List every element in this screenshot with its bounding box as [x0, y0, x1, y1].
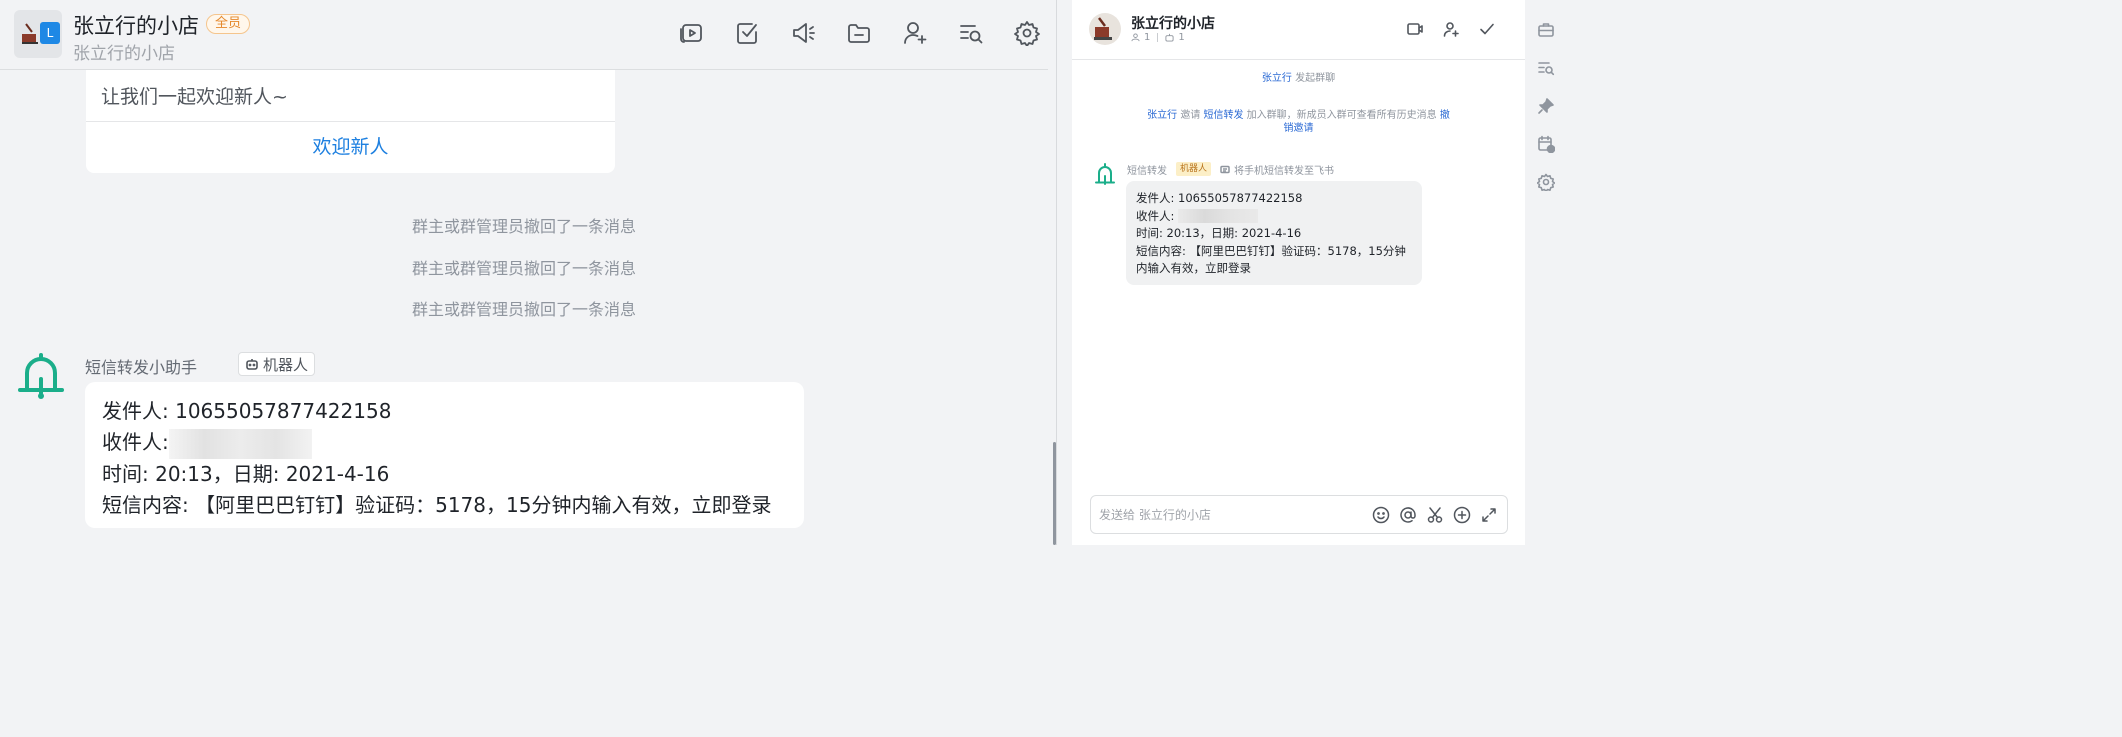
message-composer — [1090, 495, 1508, 534]
sms-time-line: 时间: 20:13，日期: 2021-4-16 — [1136, 226, 1302, 240]
expand-icon[interactable] — [1480, 506, 1498, 524]
side-chat-meta: 1 1 — [1131, 32, 1185, 43]
recall-notice: 群主或群管理员撤回了一条消息 — [411, 259, 636, 278]
sms-time-line: 时间: 20:13，日期: 2021-4-16 — [102, 461, 390, 486]
side-chat-title[interactable]: 张立行的小店 — [1131, 13, 1215, 33]
briefcase-icon[interactable] — [1537, 21, 1555, 39]
done-icon[interactable] — [1479, 21, 1495, 37]
bot-sender-name[interactable]: 短信转发小助手 — [85, 354, 197, 378]
welcome-new-member-button[interactable]: 欢迎新人 — [86, 132, 615, 159]
bot-tag: 机器人 — [238, 352, 316, 376]
welcome-divider — [86, 121, 615, 122]
bot-count: 1 — [1178, 32, 1185, 43]
system-text: 发起群聊 — [1291, 73, 1336, 84]
bot-message-bubble[interactable]: 发件人: 10655057877422158 收件人: 时间: 20:13，日期… — [85, 382, 804, 528]
scissors-icon[interactable] — [1426, 506, 1444, 524]
chat-header: L 张立行的小店 全员 张立行的小店 — [0, 0, 1048, 70]
member-badge: 全员 — [206, 14, 251, 34]
sms-content-line: 短信内容: 【阿里巴巴钉钉】验证码：5178，15分钟内输入有效，立即登录 — [1136, 243, 1406, 276]
system-message-created: 张立行 发起群聊 — [1072, 72, 1525, 85]
sms-from-line: 发件人: 10655057877422158 — [1136, 191, 1303, 205]
sms-to-line: 收件人: — [102, 427, 787, 459]
sms-from-label: 发件人: — [102, 399, 176, 423]
side-group-avatar[interactable] — [1089, 13, 1121, 45]
actor-link[interactable]: 张立行 — [1262, 73, 1292, 84]
message-input[interactable] — [1099, 505, 1349, 525]
settings-icon[interactable] — [1014, 20, 1040, 47]
side-chat-pane: 张立行的小店 1 1 张立行 发起群聊 张立行 邀请 短信转发 加入群聊，新成员… — [1072, 0, 1525, 545]
video-meeting-icon[interactable] — [678, 20, 704, 46]
video-icon[interactable] — [1407, 21, 1423, 37]
member-icon — [1131, 33, 1140, 42]
plus-circle-icon[interactable] — [1453, 506, 1471, 524]
recall-notice: 群主或群管理员撤回了一条消息 — [411, 217, 636, 236]
bot-tag: 机器人 — [1176, 162, 1212, 176]
search-history-icon[interactable] — [1537, 59, 1555, 77]
invitee-link[interactable]: 短信转发 — [1204, 110, 1244, 121]
welcome-card: 让我们一起欢迎新人~ 欢迎新人 — [86, 70, 615, 173]
member-count: 1 — [1144, 32, 1151, 43]
sms-to-label: 收件人: — [102, 430, 169, 454]
meta-separator — [1157, 33, 1159, 42]
header-toolbar — [678, 20, 1040, 47]
message-icon — [1220, 165, 1230, 173]
system-message-invite: 张立行 邀请 短信转发 加入群聊，新成员入群可查看所有历史消息 撤销邀请 — [1072, 109, 1525, 135]
bell-bot-avatar-icon[interactable] — [1094, 162, 1116, 188]
group-avatar[interactable]: L — [14, 10, 62, 58]
system-text: 加入群聊，新成员入群可查看所有历史消息 — [1243, 110, 1440, 121]
bell-bot-avatar-icon[interactable] — [16, 351, 66, 401]
bot-tag-label: 机器人 — [263, 355, 309, 374]
robot-icon — [1165, 33, 1174, 42]
avatar-badge: L — [40, 22, 60, 44]
sms-to-line: 收件人: — [1136, 208, 1412, 226]
main-chat-pane: L 张立行的小店 全员 张立行的小店 让我们一起欢迎新人~ 欢迎新人 群主或群管… — [0, 0, 1056, 545]
sms-from-line: 发件人: 10655057877422158 — [102, 396, 787, 427]
right-rail — [1525, 0, 1568, 545]
chat-subtitle: 张立行的小店 — [73, 44, 175, 64]
welcome-text: 让我们一起欢迎新人~ — [101, 86, 288, 108]
mention-icon[interactable] — [1399, 506, 1417, 524]
emoji-icon[interactable] — [1372, 506, 1390, 524]
sms-content-line: 短信内容: 【阿里巴巴钉钉】验证码：5178，15分钟内输入有效，立即登录 — [102, 492, 772, 517]
side-chat-header: 张立行的小店 1 1 — [1072, 0, 1525, 60]
pin-icon[interactable] — [1537, 97, 1555, 115]
pane-divider[interactable] — [1056, 0, 1072, 545]
sms-to-label: 收件人: — [1136, 208, 1175, 223]
announcement-icon[interactable] — [790, 20, 816, 46]
recall-notice: 群主或群管理员撤回了一条消息 — [411, 300, 636, 319]
task-icon[interactable] — [734, 20, 760, 46]
search-history-icon[interactable] — [958, 20, 984, 46]
settings-icon[interactable] — [1536, 173, 1556, 193]
sms-from-value: 10655057877422158 — [175, 399, 392, 423]
add-member-icon[interactable] — [1443, 21, 1459, 37]
cup-icon — [1094, 17, 1112, 40]
side-header-toolbar — [1407, 21, 1495, 37]
cup-icon — [22, 23, 38, 44]
actor-link[interactable]: 张立行 — [1147, 110, 1177, 121]
bot-description-text: 将手机短信转发至飞书 — [1234, 166, 1334, 177]
bot-sender-name[interactable]: 短信转发 — [1127, 162, 1167, 177]
robot-icon — [246, 359, 258, 370]
calendar-add-icon[interactable] — [1537, 135, 1556, 154]
redacted-recipient — [168, 428, 312, 459]
composer-toolbar — [1372, 506, 1498, 524]
bot-description: 将手机短信转发至飞书 — [1220, 162, 1334, 177]
system-text: 邀请 — [1177, 110, 1204, 121]
bot-message-bubble[interactable]: 发件人: 10655057877422158 收件人: 时间: 20:13，日期… — [1126, 181, 1422, 285]
redacted-recipient — [1178, 209, 1259, 223]
chat-title[interactable]: 张立行的小店 — [73, 10, 199, 40]
add-member-icon[interactable] — [902, 20, 928, 46]
folder-icon[interactable] — [846, 20, 872, 46]
